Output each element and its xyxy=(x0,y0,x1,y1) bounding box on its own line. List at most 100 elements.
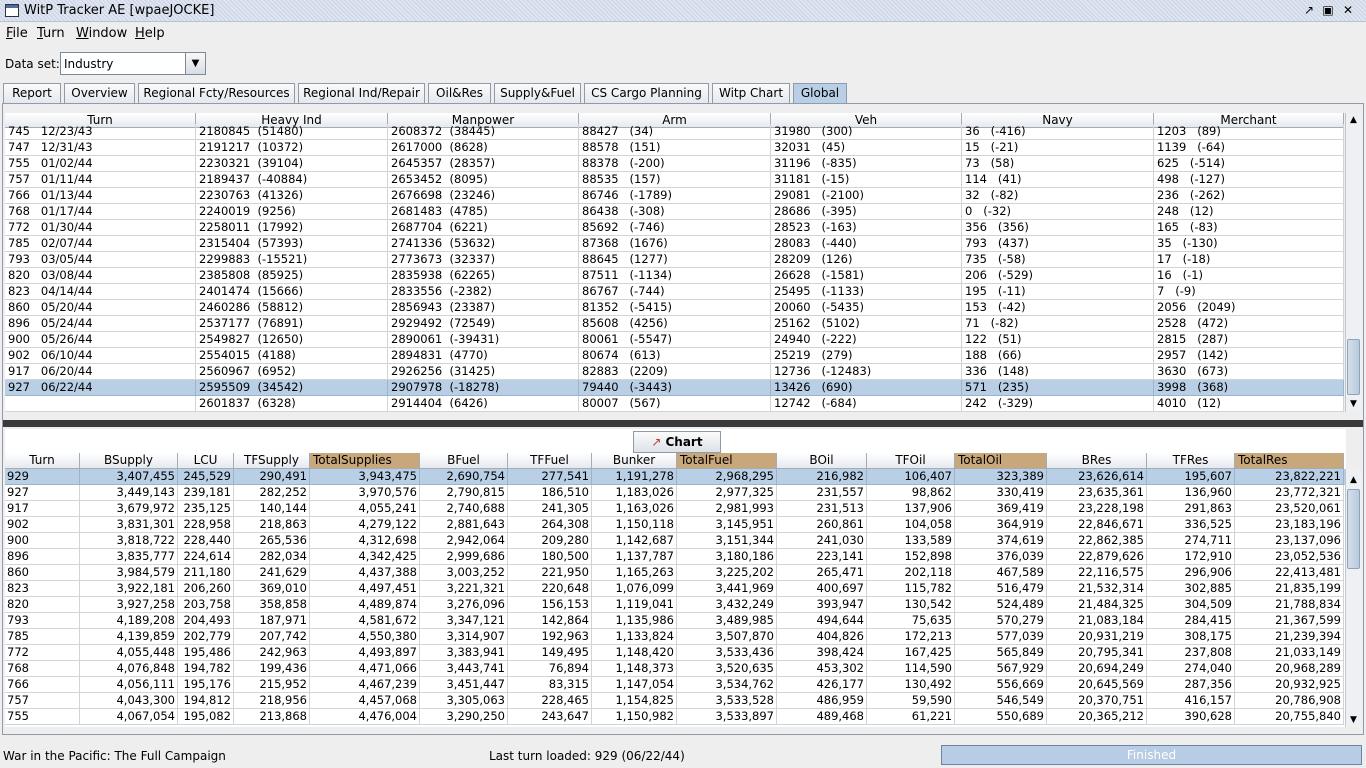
chart-button[interactable]: ↗ Chart xyxy=(633,431,721,453)
table-row[interactable]: 768 4,076,848 194,782 199,436 4,471,066 3,443… xyxy=(5,661,1346,677)
cell-bres: 20,694,249 xyxy=(1047,661,1147,677)
tab-report[interactable]: Report xyxy=(3,83,61,103)
column-header-tfres[interactable]: TFRes xyxy=(1147,453,1235,469)
table-row[interactable]: 823 04/14/44 2401474 (15666) 2833556 (-238… xyxy=(5,284,1344,300)
table-row[interactable]: 785 4,139,859 202,779 207,742 4,550,380 3,314… xyxy=(5,629,1346,645)
table-row[interactable]: 927 3,449,143 239,181 282,252 3,970,576 2,790… xyxy=(5,485,1346,501)
cell-veh: 12742 (-684) xyxy=(771,396,962,412)
cell-tffuel: 228,465 xyxy=(508,693,592,709)
scroll-down-icon[interactable]: ▼ xyxy=(1346,713,1361,727)
cell-bunker: 1,147,054 xyxy=(592,677,677,693)
title-bar: WitP Tracker AE [wpaeJOCKE] ↗ ▣ ✕ xyxy=(0,0,1366,22)
close-icon[interactable]: ✕ xyxy=(1340,3,1356,19)
table-row[interactable]: 820 03/08/44 2385808 (85925) 2835938 (6226… xyxy=(5,268,1344,284)
table-row[interactable]: 793 03/05/44 2299883 (-15521) 2773673 (323… xyxy=(5,252,1344,268)
column-header-tffuel[interactable]: TFFuel xyxy=(508,453,592,469)
column-header-tfoil[interactable]: TFOil xyxy=(867,453,955,469)
split-pane-divider[interactable] xyxy=(3,420,1363,427)
cell-manpower: 2687704 (6221) xyxy=(388,220,579,236)
table-row[interactable]: 900 05/26/44 2549827 (12650) 2890061 (-394… xyxy=(5,332,1344,348)
dataset-select[interactable]: Industry ▼ xyxy=(60,52,206,75)
table-row[interactable]: 860 05/20/44 2460286 (58812) 2856943 (2338… xyxy=(5,300,1344,316)
table-row[interactable]: 900 3,818,722 228,440 265,536 4,312,698 2,942… xyxy=(5,533,1346,549)
table-row[interactable]: 755 01/02/44 2230321 (39104) 2645357 (2835… xyxy=(5,156,1344,172)
column-header-turn[interactable]: Turn xyxy=(5,453,80,469)
table-row[interactable]: 757 01/11/44 2189437 (-40884) 2653452 (809… xyxy=(5,172,1344,188)
restore-icon[interactable]: ↗ xyxy=(1301,3,1317,19)
table-row[interactable]: 747 12/31/43 2191217 (10372) 2617000 (8628… xyxy=(5,140,1344,156)
table-row[interactable]: 896 3,835,777 224,614 282,034 4,342,425 2,999… xyxy=(5,549,1346,565)
table-row[interactable]: 823 3,922,181 206,260 369,010 4,497,451 3,221… xyxy=(5,581,1346,597)
tab-cs-cargo-planning[interactable]: CS Cargo Planning xyxy=(584,83,709,103)
column-header-totaloil[interactable]: TotalOil xyxy=(955,453,1047,469)
table-row[interactable]: 917 3,679,972 235,125 140,144 4,055,241 2,740… xyxy=(5,501,1346,517)
column-header-bsupply[interactable]: BSupply xyxy=(80,453,178,469)
tab-overview[interactable]: Overview xyxy=(64,83,135,103)
tab-oil-res[interactable]: Oil&Res xyxy=(428,83,491,103)
scroll-thumb[interactable] xyxy=(1347,339,1360,395)
cell-tffuel: 180,500 xyxy=(508,549,592,565)
tab-supply-fuel[interactable]: Supply&Fuel xyxy=(494,83,581,103)
maximize-icon[interactable]: ▣ xyxy=(1320,3,1336,19)
cell-arm: 87511 (-1134) xyxy=(579,268,771,284)
column-header-totalsupplies[interactable]: TotalSupplies xyxy=(310,453,420,469)
menu-help[interactable]: Help xyxy=(135,26,165,41)
tab-witp-chart[interactable]: Witp Chart xyxy=(712,83,790,103)
cell-navy: 0 (-32) xyxy=(962,204,1154,220)
column-header-lcu[interactable]: LCU xyxy=(178,453,234,469)
cell-bunker: 1,133,824 xyxy=(592,629,677,645)
table-row[interactable]: 917 06/20/44 2560967 (6952) 2926256 (31425… xyxy=(5,364,1344,380)
column-header-totalres[interactable]: TotalRes xyxy=(1235,453,1344,469)
table-row[interactable]: 2601837 (6328) 2914404 (6426) 80007 (567) 1… xyxy=(5,396,1344,412)
table-row[interactable]: 772 01/30/44 2258011 (17992) 2687704 (6221… xyxy=(5,220,1344,236)
tab-global[interactable]: Global xyxy=(793,83,847,103)
cell-bres: 22,116,575 xyxy=(1047,565,1147,581)
cell-bsupply: 3,831,301 xyxy=(80,517,178,533)
table-row[interactable]: 927 06/22/44 2595509 (34542) 2907978 (-182… xyxy=(5,380,1344,396)
cell-arm: 88427 (34) xyxy=(579,124,771,140)
column-header-boil[interactable]: BOil xyxy=(777,453,867,469)
cell-tfsupply: 199,436 xyxy=(234,661,310,677)
table-row[interactable]: 766 01/13/44 2230763 (41326) 2676698 (2324… xyxy=(5,188,1344,204)
chevron-down-icon[interactable]: ▼ xyxy=(185,53,205,74)
table-row[interactable]: 768 01/17/44 2240019 (9256) 2681483 (4785)… xyxy=(5,204,1344,220)
menu-turn[interactable]: Turn xyxy=(37,26,65,41)
scroll-up-icon[interactable]: ▲ xyxy=(1346,473,1361,487)
cell-totalres: 23,822,221 xyxy=(1235,469,1344,485)
cell-bunker: 1,137,787 xyxy=(592,549,677,565)
cell-totalfuel: 3,533,528 xyxy=(677,693,777,709)
industry-table-scrollbar[interactable]: ▲ ▼ xyxy=(1345,113,1361,412)
table-row[interactable]: 820 3,927,258 203,758 358,858 4,489,874 3,276… xyxy=(5,597,1346,613)
scroll-up-icon[interactable]: ▲ xyxy=(1346,113,1361,127)
table-row[interactable]: 772 4,055,448 195,486 242,963 4,493,897 3,383… xyxy=(5,645,1346,661)
column-header-bres[interactable]: BRes xyxy=(1047,453,1147,469)
cell-manpower: 2608372 (38445) xyxy=(388,124,579,140)
column-header-totalfuel[interactable]: TotalFuel xyxy=(677,453,777,469)
column-header-tfsupply[interactable]: TFSupply xyxy=(234,453,310,469)
menu-file[interactable]: File xyxy=(6,26,28,41)
table-row[interactable]: 785 02/07/44 2315404 (57393) 2741336 (5363… xyxy=(5,236,1344,252)
table-row[interactable]: 902 06/10/44 2554015 (4188) 2894831 (4770)… xyxy=(5,348,1344,364)
totals-table-scrollbar[interactable]: ▲ ▼ xyxy=(1345,469,1361,727)
scroll-thumb[interactable] xyxy=(1347,489,1360,569)
cell-totaloil: 524,489 xyxy=(955,597,1047,613)
cell-bres: 22,846,671 xyxy=(1047,517,1147,533)
table-row[interactable]: 793 4,189,208 204,493 187,971 4,581,672 3,347… xyxy=(5,613,1346,629)
tab-regional-fcty-resources[interactable]: Regional Fcty/Resources xyxy=(138,83,295,103)
cell-tfres: 336,525 xyxy=(1147,517,1235,533)
table-row[interactable]: 745 12/23/43 2180845 (51480) 2608372 (3844… xyxy=(5,124,1344,140)
cell-tffuel: 192,963 xyxy=(508,629,592,645)
table-row[interactable]: 766 4,056,111 195,176 215,952 4,467,239 3,451… xyxy=(5,677,1346,693)
tab-regional-ind-repair[interactable]: Regional Ind/Repair xyxy=(298,83,425,103)
table-row[interactable]: 860 3,984,579 211,180 241,629 4,437,388 3,003… xyxy=(5,565,1346,581)
table-row[interactable]: 902 3,831,301 228,958 218,863 4,279,122 2,881… xyxy=(5,517,1346,533)
table-row[interactable]: 896 05/24/44 2537177 (76891) 2929492 (7254… xyxy=(5,316,1344,332)
scroll-down-icon[interactable]: ▼ xyxy=(1346,397,1361,411)
table-row[interactable]: 755 4,067,054 195,082 213,868 4,476,004 3,290… xyxy=(5,709,1346,725)
column-header-bfuel[interactable]: BFuel xyxy=(420,453,508,469)
menu-window[interactable]: Window xyxy=(76,26,127,41)
table-row[interactable]: 929 3,407,455 245,529 290,491 3,943,475 2,690… xyxy=(5,469,1346,485)
cell-heavy-ind: 2560967 (6952) xyxy=(196,364,388,380)
table-row[interactable]: 757 4,043,300 194,812 218,956 4,457,068 3,305… xyxy=(5,693,1346,709)
column-header-bunker[interactable]: Bunker xyxy=(592,453,677,469)
